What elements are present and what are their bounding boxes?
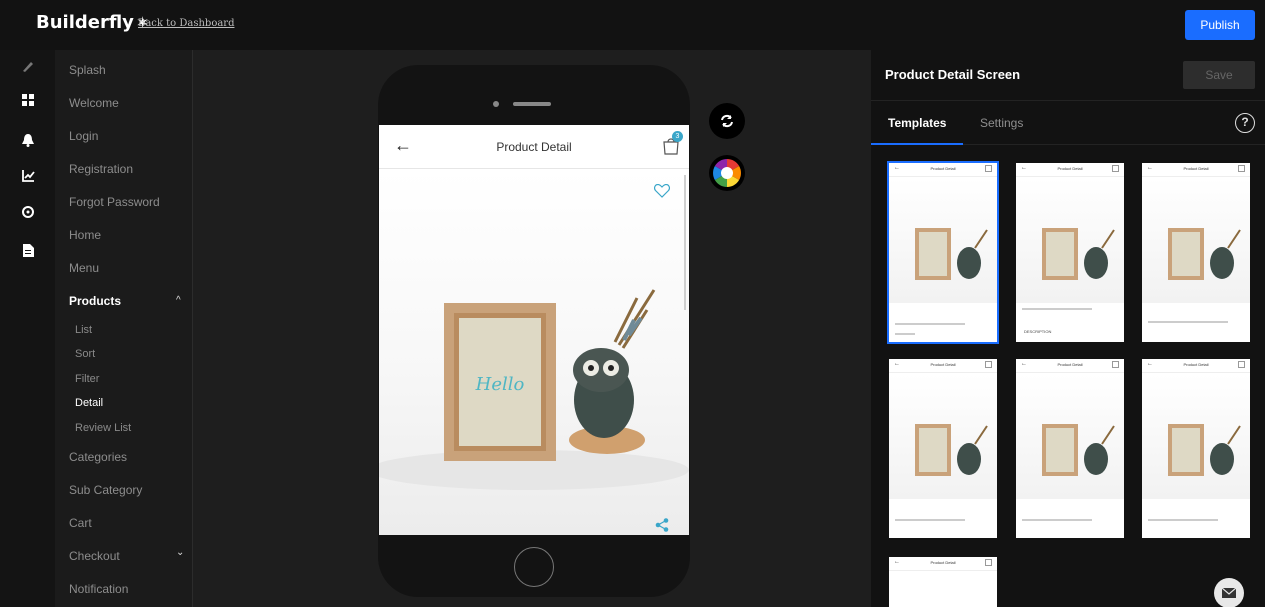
nav-item-home[interactable]: Home <box>69 228 101 242</box>
preview-scrollbar[interactable] <box>684 175 686 310</box>
template-thumb[interactable]: ← Product Detail <box>887 161 999 344</box>
product-image: Hello <box>379 289 689 490</box>
preview-canvas: ← Product Detail 3 Hello <box>193 50 871 607</box>
tab-templates[interactable]: Templates <box>888 116 946 130</box>
refresh-button[interactable] <box>709 103 745 139</box>
product-photo: Hello <box>379 170 689 535</box>
nav-item-splash[interactable]: Splash <box>69 63 106 77</box>
active-tab-indicator <box>871 143 963 145</box>
mail-icon <box>1222 588 1236 598</box>
color-wheel-icon <box>713 159 741 187</box>
nav-sub-review-list[interactable]: Review List <box>75 422 131 434</box>
speaker-slot <box>513 102 551 106</box>
phone-screen: ← Product Detail 3 Hello <box>379 125 689 535</box>
camera-dot <box>493 101 499 107</box>
nav-sub-detail[interactable]: Detail <box>75 397 103 409</box>
settings-icon[interactable] <box>20 204 36 220</box>
panel-title: Product Detail Screen <box>885 67 1021 82</box>
brush-icon[interactable] <box>20 58 36 74</box>
nav-sub-sort[interactable]: Sort <box>75 348 95 360</box>
phone-mockup: ← Product Detail 3 Hello <box>378 65 690 597</box>
chevron-up-icon[interactable]: ^ <box>176 295 181 306</box>
nav-item-login[interactable]: Login <box>69 129 98 143</box>
frame-hello-text: Hello <box>475 374 525 395</box>
refresh-icon <box>721 114 733 128</box>
tab-settings[interactable]: Settings <box>980 116 1023 130</box>
nav-item-checkout[interactable]: Checkout <box>69 549 120 563</box>
template-thumb[interactable]: ← Product Detail <box>889 359 997 538</box>
nav-item-notification[interactable]: Notification <box>69 582 128 596</box>
nav-item-sub-category[interactable]: Sub Category <box>69 483 142 497</box>
cart-count-badge: 3 <box>672 131 683 142</box>
heart-icon[interactable] <box>654 184 670 198</box>
publish-button[interactable]: Publish <box>1185 10 1255 40</box>
chart-icon[interactable] <box>20 167 36 183</box>
nav-item-forgot-password[interactable]: Forgot Password <box>69 195 160 209</box>
color-wheel-button[interactable] <box>709 155 745 191</box>
bell-icon[interactable] <box>20 132 36 148</box>
mail-button[interactable] <box>1214 578 1244 607</box>
save-button[interactable]: Save <box>1183 61 1255 89</box>
nav-item-menu[interactable]: Menu <box>69 261 99 275</box>
template-thumb[interactable]: ← Product Detail DESCRIPTION <box>1016 163 1124 342</box>
panel-tabs: Templates Settings ? <box>871 100 1265 145</box>
share-icon[interactable] <box>655 518 669 532</box>
template-thumb[interactable]: ← Product Detail <box>1016 359 1124 538</box>
nav-sub-list[interactable]: List <box>75 324 92 336</box>
back-to-dashboard-link[interactable]: Back to Dashboard <box>138 18 234 29</box>
template-thumb[interactable]: ← Product Detail <box>1142 359 1250 538</box>
help-icon[interactable]: ? <box>1235 113 1255 133</box>
nav-item-cart[interactable]: Cart <box>69 516 92 530</box>
nav-item-welcome[interactable]: Welcome <box>69 96 119 110</box>
chevron-down-icon[interactable]: ⌄ <box>176 547 184 558</box>
top-bar: Builderfly ✶ Back to Dashboard Publish <box>0 0 1265 50</box>
nav-item-products[interactable]: Products <box>69 294 121 308</box>
screen-nav: Splash Welcome Login Registration Forgot… <box>55 50 193 607</box>
nav-item-registration[interactable]: Registration <box>69 162 133 176</box>
template-thumb[interactable]: ← Product Detail <box>889 557 997 607</box>
nav-item-categories[interactable]: Categories <box>69 450 127 464</box>
document-icon[interactable] <box>20 242 36 258</box>
settings-panel: Product Detail Screen Save Templates Set… <box>871 50 1265 607</box>
template-thumb[interactable]: ← Product Detail <box>1142 163 1250 342</box>
nav-sub-filter[interactable]: Filter <box>75 373 99 385</box>
builderfly-logo[interactable]: Builderfly ✶ <box>36 12 149 33</box>
dashboard-icon[interactable] <box>20 92 36 108</box>
app-bar: ← Product Detail 3 <box>379 125 689 169</box>
icon-rail <box>0 50 55 607</box>
phone-home-button <box>514 547 554 587</box>
screen-title: Product Detail <box>496 140 572 154</box>
